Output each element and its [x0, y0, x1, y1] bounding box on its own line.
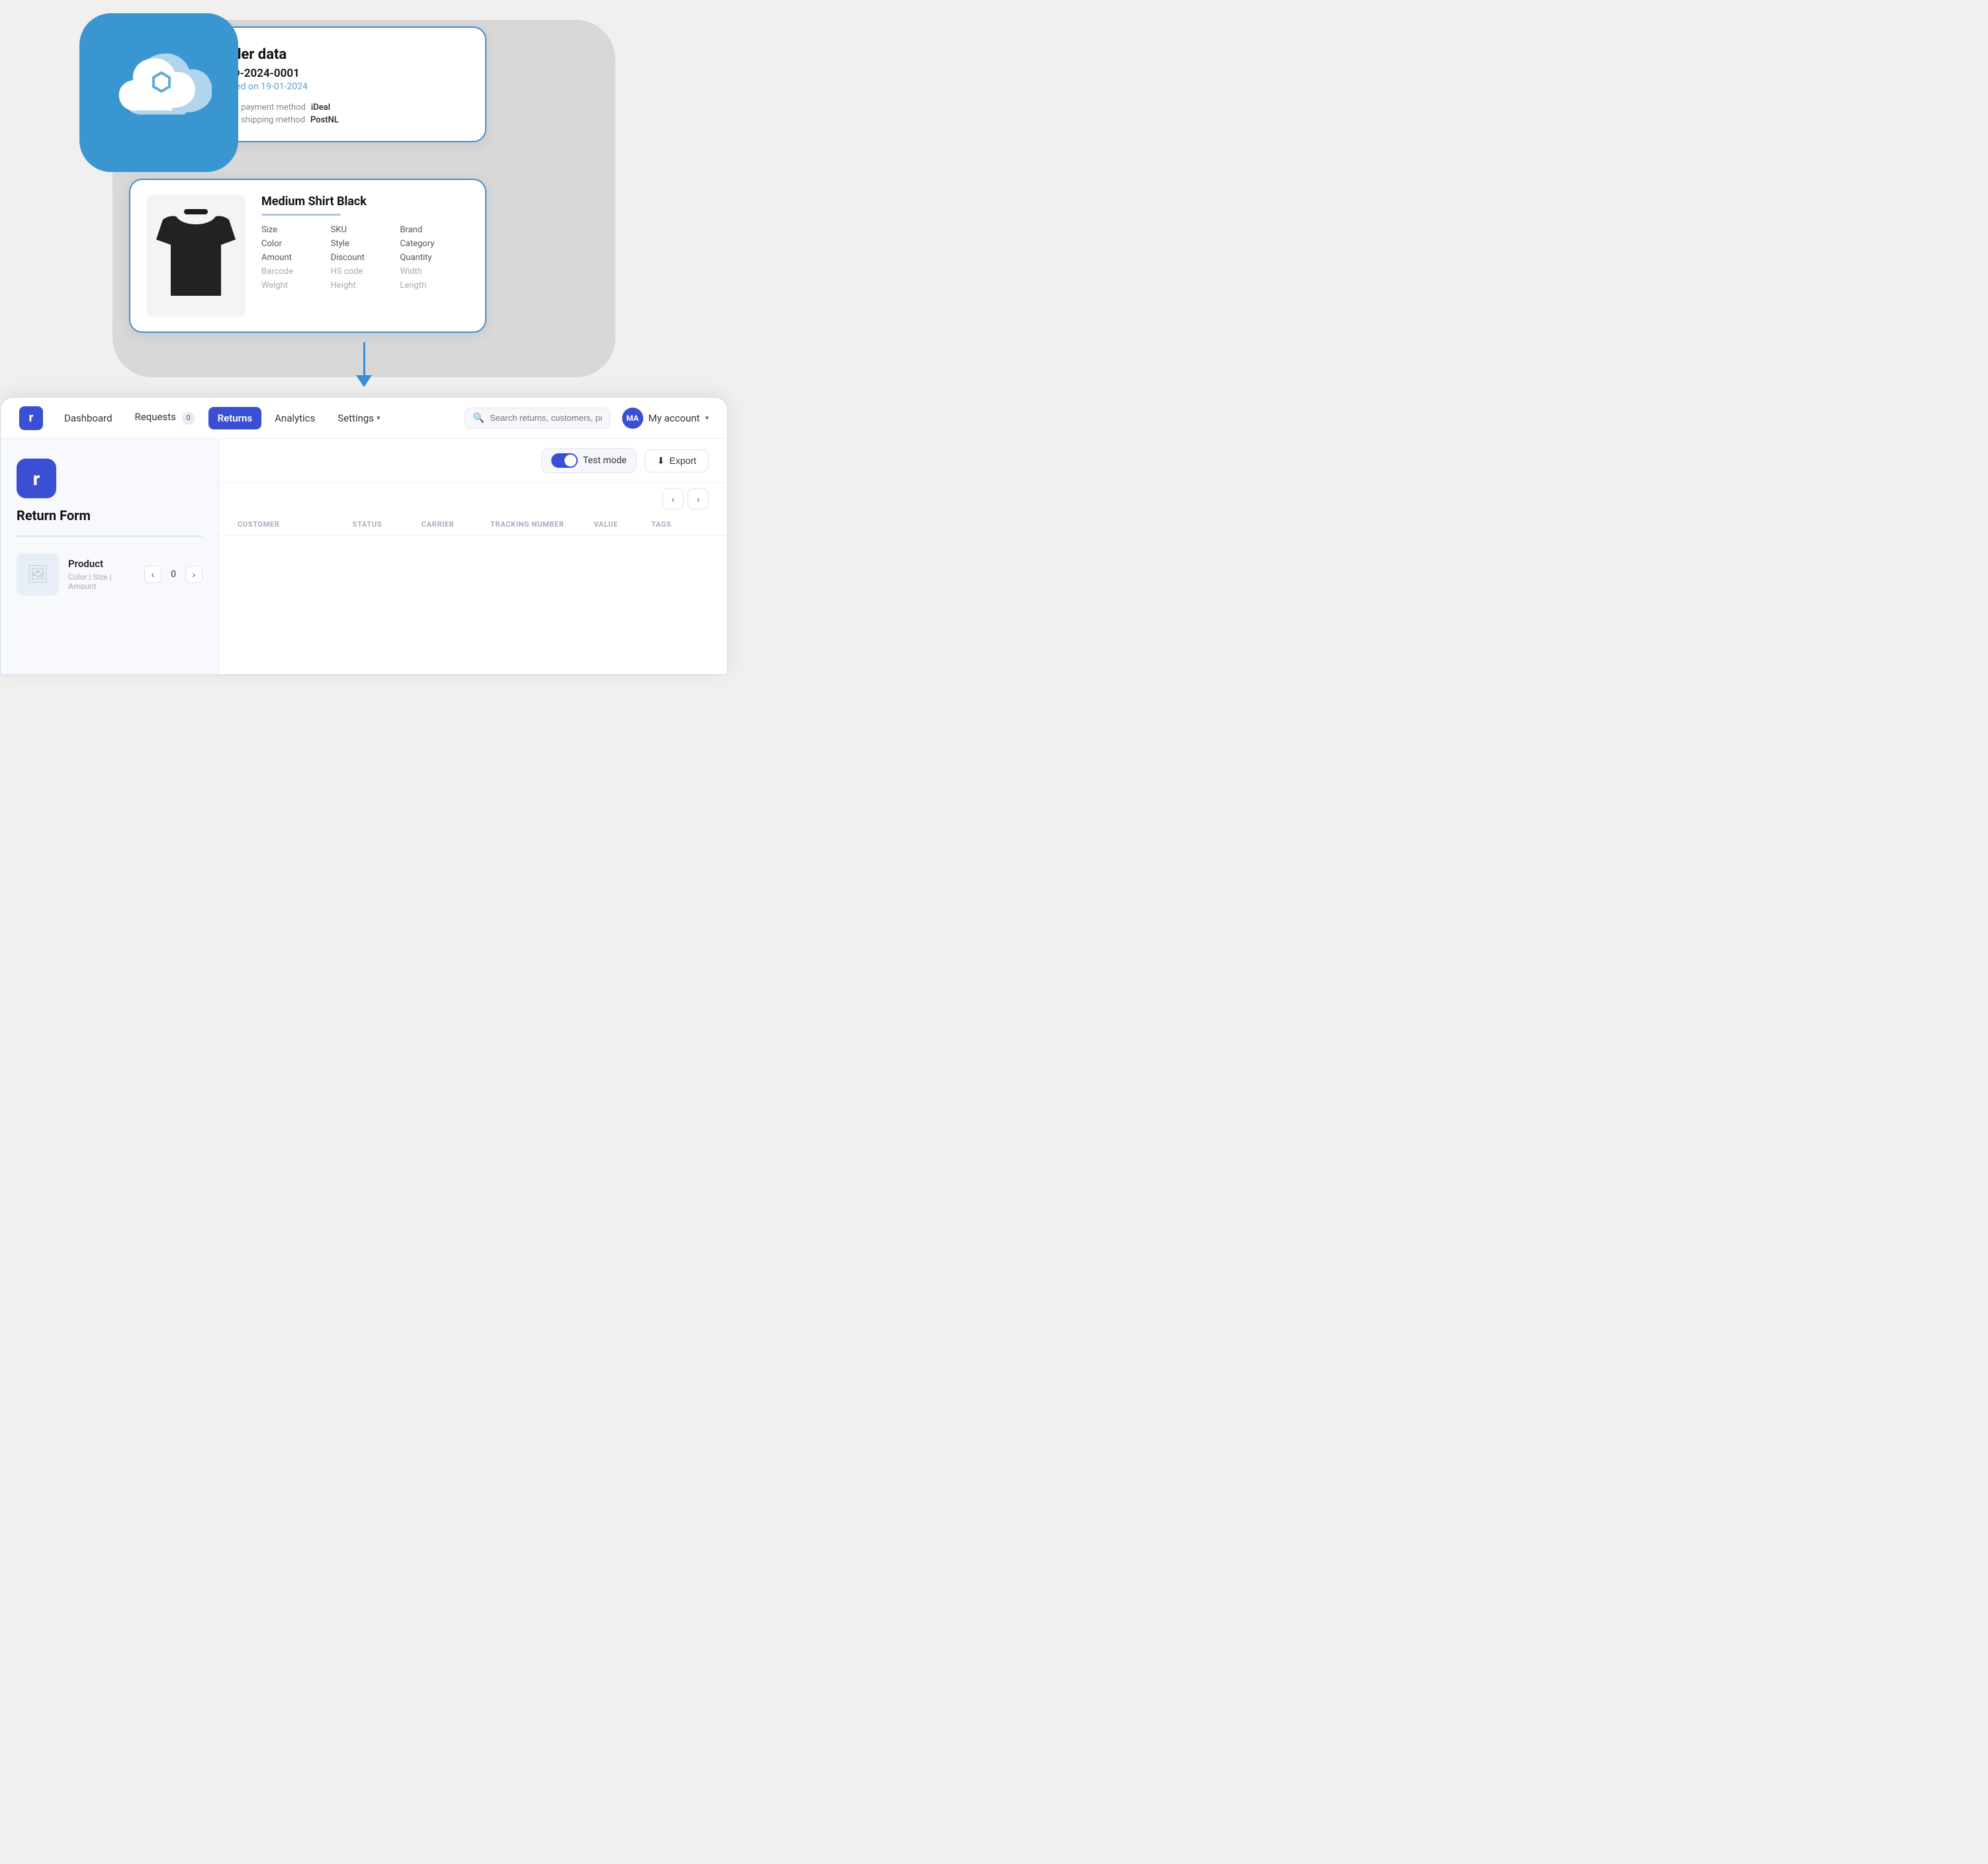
stepper-increment[interactable]: ›	[185, 566, 203, 583]
nav-returns-label: Returns	[218, 412, 253, 424]
nav-dashboard[interactable]: Dashboard	[55, 407, 122, 429]
account-chevron-icon: ▾	[705, 414, 709, 422]
toolbar: Test mode ⬇ Export	[219, 439, 727, 483]
th-status: STATUS	[353, 520, 422, 529]
account-area[interactable]: MA My account ▾	[622, 408, 709, 429]
search-input[interactable]	[490, 413, 602, 423]
export-button[interactable]: ⬇ Export	[645, 449, 709, 472]
attr-length: Length	[400, 281, 469, 290]
test-mode-track[interactable]	[551, 453, 578, 468]
stepper-decrement[interactable]: ‹	[144, 566, 161, 583]
account-label: My account	[649, 412, 700, 424]
rf-product-info: Product Color | Size | Amount	[68, 558, 135, 591]
order-number: ORD-2024-0001	[218, 67, 464, 80]
attr-brand: Brand	[400, 225, 469, 235]
attr-style: Style	[331, 239, 400, 249]
app-icon	[79, 13, 238, 172]
order-shipping-row: Order shipping method PostNL	[218, 115, 464, 125]
attr-quantity: Quantity	[400, 253, 469, 263]
payment-value: iDeal	[311, 103, 330, 112]
attr-size: Size	[261, 225, 331, 235]
product-image	[146, 195, 246, 317]
avatar: MA	[622, 408, 643, 429]
rf-divider	[17, 535, 203, 537]
order-payment-row: Order payment method iDeal	[218, 103, 464, 112]
attr-color: Color	[261, 239, 331, 249]
pagination: ‹ ›	[219, 483, 727, 513]
attr-amount: Amount	[261, 253, 331, 263]
attr-weight: Weight	[261, 281, 331, 290]
nav-returns[interactable]: Returns	[208, 407, 262, 429]
nav-dashboard-label: Dashboard	[64, 412, 113, 424]
app-ui: r Dashboard Requests 0 Returns Analytics…	[0, 397, 728, 675]
order-card-title: Order data	[218, 46, 464, 63]
th-tags: TAGS	[651, 520, 709, 529]
attr-hscode: HS code	[331, 267, 400, 277]
settings-chevron-icon: ▾	[377, 414, 381, 422]
navbar: r Dashboard Requests 0 Returns Analytics…	[1, 398, 727, 439]
rf-title: Return Form	[17, 508, 203, 523]
rf-product-row: 🖼 Product Color | Size | Amount ‹ 0 ›	[17, 553, 203, 596]
rf-product-label: Product	[68, 558, 135, 570]
down-arrow	[356, 342, 372, 387]
arrow-head	[356, 375, 372, 387]
test-mode-label: Test mode	[583, 455, 627, 466]
attr-discount: Discount	[331, 253, 400, 263]
attr-height: Height	[331, 281, 400, 290]
nav-settings[interactable]: Settings ▾	[328, 407, 389, 429]
image-placeholder-icon: 🖼	[26, 564, 48, 584]
attr-barcode: Barcode	[261, 267, 331, 277]
next-page-button[interactable]: ›	[688, 488, 709, 510]
th-carrier: CARRIER	[422, 520, 490, 529]
search-box[interactable]: 🔍	[465, 408, 610, 429]
th-customer: CUSTOMER	[238, 520, 353, 529]
nav-analytics-label: Analytics	[275, 412, 315, 424]
attr-sku: SKU	[331, 225, 400, 235]
stepper-value: 0	[167, 569, 180, 580]
nav-requests-label: Requests	[135, 411, 176, 423]
attr-category: Category	[400, 239, 469, 249]
th-value: VALUE	[594, 520, 651, 529]
product-divider	[261, 214, 341, 216]
search-icon: 🔍	[473, 413, 484, 423]
shipping-value: PostNL	[310, 115, 339, 125]
order-date: Placed on 19-01-2024	[218, 81, 464, 92]
quantity-stepper[interactable]: ‹ 0 ›	[144, 566, 203, 583]
test-mode-thumb	[565, 455, 576, 466]
export-label: Export	[670, 455, 696, 466]
table-header: CUSTOMER STATUS CARRIER TRACKING NUMBER …	[219, 513, 727, 536]
th-tracking: TRACKING NUMBER	[490, 520, 594, 529]
nav-analytics[interactable]: Analytics	[265, 407, 324, 429]
export-icon: ⬇	[657, 455, 665, 466]
product-attrs: Size SKU Brand Color Style Category Amou…	[261, 225, 469, 290]
nav-requests[interactable]: Requests 0	[126, 406, 204, 430]
nav-settings-label: Settings	[338, 412, 374, 424]
main-content: Test mode ⬇ Export ‹ › CUSTOMER STATUS C…	[219, 439, 727, 536]
rf-logo: r	[17, 459, 56, 498]
nav-logo[interactable]: r	[19, 406, 43, 430]
attr-width: Width	[400, 267, 469, 277]
test-mode-toggle-group[interactable]: Test mode	[541, 448, 637, 473]
rf-product-attrs: Color | Size | Amount	[68, 572, 135, 591]
rf-product-image: 🖼	[17, 553, 59, 596]
product-details: Medium Shirt Black Size SKU Brand Color …	[261, 195, 469, 317]
arrow-shaft	[363, 342, 365, 375]
return-form-panel: r Return Form 🖼 Product Color | Size | A…	[1, 439, 219, 675]
order-card: Order data ORD-2024-0001 Placed on 19-01…	[195, 26, 486, 142]
requests-badge: 0	[182, 412, 195, 425]
product-name: Medium Shirt Black	[261, 195, 469, 208]
product-card: Medium Shirt Black Size SKU Brand Color …	[129, 179, 486, 333]
prev-page-button[interactable]: ‹	[662, 488, 684, 510]
illustration-area: Order data ORD-2024-0001 Placed on 19-01…	[0, 0, 728, 404]
